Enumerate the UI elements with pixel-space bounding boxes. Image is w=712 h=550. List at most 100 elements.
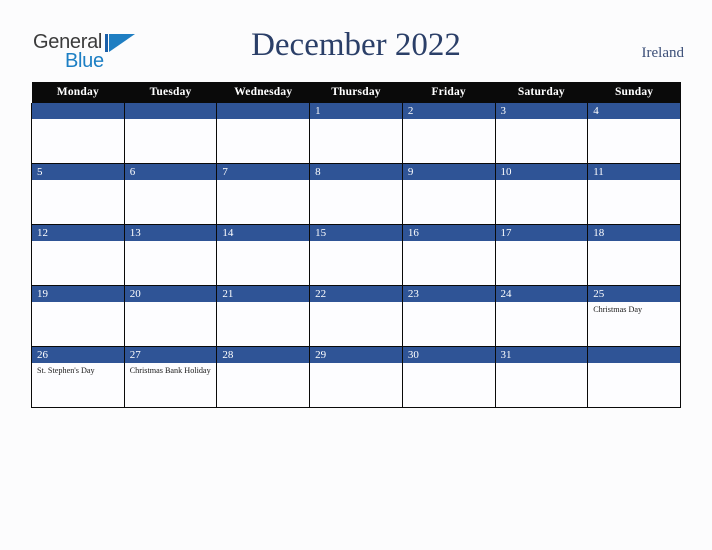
day-number: 30 [402,347,495,363]
day-events [310,180,402,183]
day-events [310,363,402,366]
day-number: 5 [32,164,124,180]
day-number: 29 [310,347,402,363]
calendar-day-cell[interactable]: 25 Christmas Day [587,285,681,347]
weekday-header-thursday: Thursday [309,82,403,103]
day-number: 18 [588,225,680,241]
calendar-day-cell[interactable]: 9 [401,163,496,225]
day-number: 8 [310,164,402,180]
day-number: 21 [217,286,310,302]
calendar-week-row: 19 20 21 22 23 24 25 Christmas Day [31,285,681,347]
day-number: 22 [310,286,402,302]
calendar-day-cell[interactable]: 8 [309,163,403,225]
calendar-day-cell[interactable]: 6 [123,163,218,225]
day-number: 3 [495,103,588,119]
day-number: 15 [310,225,402,241]
country-label: Ireland [641,45,684,61]
day-number: 12 [32,225,124,241]
day-events [588,363,680,366]
day-number: 2 [402,103,495,119]
calendar-day-cell[interactable]: 1 [309,103,403,164]
calendar-day-cell[interactable]: 16 [401,224,496,286]
day-events [403,302,495,305]
day-events [496,241,588,244]
calendar-day-cell[interactable]: 17 [494,224,589,286]
day-events [217,180,309,183]
calendar-day-cell[interactable]: 24 [494,285,589,347]
day-events [588,180,680,183]
day-number: 24 [495,286,588,302]
calendar-day-cell[interactable]: 10 [494,163,589,225]
weekday-header-monday: Monday [31,82,125,103]
day-events [403,363,495,366]
day-events: Christmas Bank Holiday [125,363,217,377]
weekday-header-row: Monday Tuesday Wednesday Thursday Friday… [31,82,681,103]
weekday-header-saturday: Saturday [495,82,588,103]
calendar-day-cell[interactable]: 28 [216,346,311,408]
day-number [217,103,310,119]
calendar-day-cell[interactable]: 4 [587,103,681,164]
calendar-day-cell[interactable] [123,103,218,164]
calendar-day-cell[interactable]: 13 [123,224,218,286]
calendar-day-cell[interactable]: 26 St. Stephen's Day [31,346,125,408]
weekday-header-wednesday: Wednesday [216,82,310,103]
holiday-label: St. Stephen's Day [37,366,95,375]
day-number: 17 [495,225,588,241]
calendar-day-cell[interactable]: 31 [494,346,589,408]
day-events [217,241,309,244]
day-events [496,119,588,122]
day-number: 31 [495,347,588,363]
calendar-day-cell[interactable]: 23 [401,285,496,347]
day-events [403,180,495,183]
calendar-day-cell[interactable] [31,103,125,164]
calendar-day-cell[interactable]: 15 [309,224,403,286]
day-number: 9 [402,164,495,180]
day-number: 6 [124,164,217,180]
calendar-day-cell[interactable]: 22 [309,285,403,347]
calendar-body: 1 2 3 4 5 6 7 8 9 10 11 12 13 14 15 16 17 18 19 20 21 22 23 24 2… [31,103,681,408]
day-number: 13 [124,225,217,241]
day-number [588,347,680,363]
page-title: December 2022 [251,27,461,63]
holiday-label: Christmas Day [593,305,643,314]
calendar-day-cell[interactable]: 2 [401,103,496,164]
calendar-day-cell[interactable]: 29 [309,346,403,408]
day-number: 26 [32,347,124,363]
calendar-week-row: 12 13 14 15 16 17 18 [31,224,681,286]
day-events [125,119,217,122]
calendar-page: General Blue December 2022 Ireland Monda… [0,0,712,550]
calendar-day-cell[interactable]: 20 [123,285,218,347]
calendar-day-cell[interactable]: 5 [31,163,125,225]
day-events [32,119,124,122]
day-number: 1 [310,103,402,119]
calendar-day-cell[interactable]: 27 Christmas Bank Holiday [123,346,218,408]
calendar-day-cell[interactable]: 21 [216,285,311,347]
weekday-header-tuesday: Tuesday [124,82,217,103]
calendar-day-cell[interactable]: 14 [216,224,311,286]
day-number: 20 [124,286,217,302]
day-events [588,119,680,122]
calendar-day-cell[interactable]: 3 [494,103,589,164]
day-number: 25 [588,286,680,302]
day-number: 4 [588,103,680,119]
day-number: 19 [32,286,124,302]
day-events [310,241,402,244]
weekday-header-sunday: Sunday [587,82,681,103]
day-events: Christmas Day [588,302,680,316]
day-number: 11 [588,164,680,180]
calendar-day-cell[interactable] [216,103,311,164]
page-header: General Blue December 2022 Ireland [0,0,712,78]
day-events [32,241,124,244]
calendar-day-cell[interactable]: 30 [401,346,496,408]
day-events [310,119,402,122]
calendar-day-cell[interactable]: 11 [587,163,681,225]
calendar-day-cell[interactable]: 12 [31,224,125,286]
calendar-day-cell[interactable]: 18 [587,224,681,286]
day-number: 14 [217,225,310,241]
calendar-day-cell[interactable] [587,346,681,408]
calendar-day-cell[interactable]: 19 [31,285,125,347]
day-events [403,119,495,122]
day-events [403,241,495,244]
calendar-day-cell[interactable]: 7 [216,163,311,225]
day-number: 10 [495,164,588,180]
